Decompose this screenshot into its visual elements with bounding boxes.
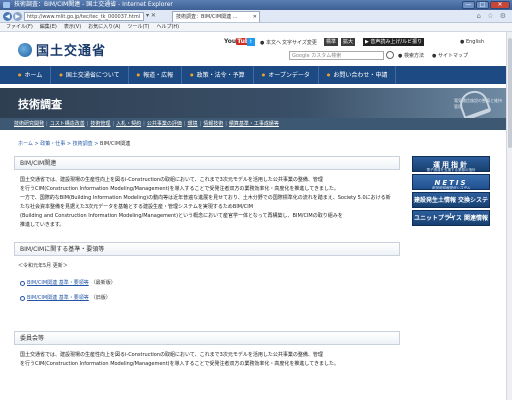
satellite-dish-icon [456,88,492,118]
close-button[interactable]: ✕ [490,1,510,9]
web-page: 国土交通省 YouTube t ● 本文へ 文字サイズ変更 標準 拡大 ▶ 音声… [0,32,506,400]
banner-title: 技術調査 [18,98,62,111]
sidebar-banner-guideline[interactable]: 運用指針 電子調達を支援する業務の指針 [412,156,490,172]
window-titlebar: 技術調査：BIM/CIM関連 - 国土交通省 - Internet Explor… [0,0,512,10]
sidebar-banner-netis[interactable]: NETIS 新技術情報提供システム [412,174,490,190]
browser-toolbar-icons[interactable]: ⌂ ☆ ⚙ [477,12,508,20]
address-input[interactable]: http://www.mlit.go.jp/tec/tec_tk_000037.… [24,12,144,21]
breadcrumb-home[interactable]: ホーム [18,141,33,147]
intro-paragraph: 国土交通省では、建設現場の生産性向上を図るi-Constructionの取組にお… [20,177,391,228]
site-header: 国土交通省 YouTube t ● 本文へ 文字サイズ変更 標準 拡大 ▶ 音声… [0,32,506,64]
mlit-logo-icon [18,42,32,57]
breadcrumb-current: BIM/CIM関連 [100,141,131,147]
menu-bar: ファイル(F) 編集(E) 表示(V) お気に入り(A) ツール(T) ヘルプ(… [0,23,512,32]
update-note: ＜令和元年5月 更新＞ [18,263,68,269]
tab-label: 技術調査：BIM/CIM関連 ... [176,14,238,20]
circle-bullet-icon [20,281,25,286]
committee-paragraph: 国土交通省では、建設現場の生産性向上を図るi-Constructionの取組にお… [20,352,340,367]
site-logo[interactable]: 国土交通省 [18,40,106,59]
breadcrumb-policy[interactable]: 政策・仕事 [40,141,65,147]
forward-icon[interactable]: ▶ [13,12,22,21]
link-standards-latest: BIM/CIM関連 基準・要領等 （最新版） [14,279,400,288]
nav-contact[interactable]: お問い合わせ・申請 [319,66,397,84]
menu-view[interactable]: 表示(V) [64,23,81,31]
breadcrumb-tech[interactable]: 技術調査 [73,141,93,147]
page-banner: 技術調査 電気通信施設の整備と維持管理 [0,88,506,118]
link-standards-old: BIM/CIM関連 基準・要領等 （旧版） [14,294,400,303]
subnav-evaluation[interactable]: 公共事業の評価 [147,118,182,130]
browser-tab[interactable]: 技術調査：BIM/CIM関連 ... ✕ [172,11,260,22]
nav-policy[interactable]: 政策・法令・予算 [182,66,254,84]
subnav-environment[interactable]: 環境 [188,118,198,130]
nav-home[interactable]: ホーム [10,66,52,84]
window-title: 技術調査：BIM/CIM関連 - 国土交通省 - Internet Explor… [14,1,173,8]
section-heading-bimcim: BIM/CIM関連 [14,156,400,170]
menu-help[interactable]: ヘルプ(H) [156,23,179,31]
section-heading-standards: BIM/CIMに関する基準・要領等 [14,242,400,256]
tab-close-icon[interactable]: ✕ [253,12,257,22]
text-size-label: 文字サイズ変更 [282,40,317,46]
minimize-button[interactable]: — [462,1,475,9]
menu-favorites[interactable]: お気に入り(A) [88,23,120,31]
circle-bullet-icon [20,296,25,301]
nav-opendata[interactable]: オープンデータ [254,66,319,84]
sidebar: 運用指針 電子調達を支援する業務の指針 NETIS 新技術情報提供システム 建設… [412,156,490,228]
address-tools[interactable]: ▾ ✕ [146,12,156,19]
nav-press[interactable]: 報道・広報 [129,66,183,84]
subnav-cost[interactable]: コスト構造改善 [50,118,85,130]
sitemap-link[interactable]: ● サイトマップ [432,52,468,59]
subnav-bid[interactable]: 入札・契約 [116,118,141,130]
logo-text: 国土交通省 [36,44,107,59]
main-content: BIM/CIM関連 国土交通省では、建設現場の生産性向上を図るi-Constru… [14,156,400,369]
text-size-standard-button[interactable]: 標準 [324,38,339,46]
maximize-button[interactable]: □ [476,1,489,9]
subnav-it[interactable]: 情報技術 [203,118,223,130]
ie-icon [3,2,10,8]
standards-latest-link[interactable]: BIM/CIM関連 基準・要領等 [27,279,89,288]
menu-edit[interactable]: 編集(E) [40,23,57,31]
address-bar: ◀ ▶ http://www.mlit.go.jp/tec/tec_tk_000… [0,10,512,23]
menu-file[interactable]: ファイル(F) [6,23,33,31]
text-size-large-button[interactable]: 拡大 [341,38,356,46]
english-link[interactable]: ● English [460,39,484,45]
menu-tools[interactable]: ツール(T) [128,23,150,31]
search-input[interactable]: Google カスタム検索 [289,51,384,60]
main-nav: ホーム 国土交通省について 報道・広報 政策・法令・予算 オープンデータ お問い… [0,66,506,84]
voice-reading-button[interactable]: ▶ 音声読み上げ/ルビ振り [363,38,425,46]
back-icon[interactable]: ◀ [3,12,12,21]
subnav-tech-mgmt[interactable]: 技術管理 [90,118,110,130]
standards-old-link[interactable]: BIM/CIM関連 基準・要領等 [27,294,89,303]
vertical-scrollbar[interactable] [506,32,512,400]
subnav-rd[interactable]: 技術研究開発 [14,118,44,130]
youtube-icon[interactable]: YouTube [224,38,255,46]
search-howto-link[interactable]: ● 検索方法 [398,52,424,59]
sidebar-banner-unitprice[interactable]: ユニットプライス 関連情報 [412,210,490,226]
breadcrumb: ホーム > 政策・仕事 > 技術調査 > BIM/CIM関連 [18,141,131,147]
search-icon[interactable] [386,51,394,59]
section-heading-committee: 委員会等 [14,331,400,345]
honbun-link[interactable]: ● 本文へ [260,39,281,46]
nav-about[interactable]: 国土交通省について [51,66,129,84]
scrollbar-thumb[interactable] [508,38,512,148]
subnav-estimation[interactable]: 積算基準・工事成績等 [229,118,279,130]
twitter-icon[interactable]: t [247,38,255,46]
sub-nav: 技術研究開発 | コスト構造改善 | 技術管理 | 入札・契約 | 公共事業の評価 | 環… [0,118,506,130]
sidebar-banner-soil[interactable]: 建設発生土情報 交換システム [412,192,490,220]
